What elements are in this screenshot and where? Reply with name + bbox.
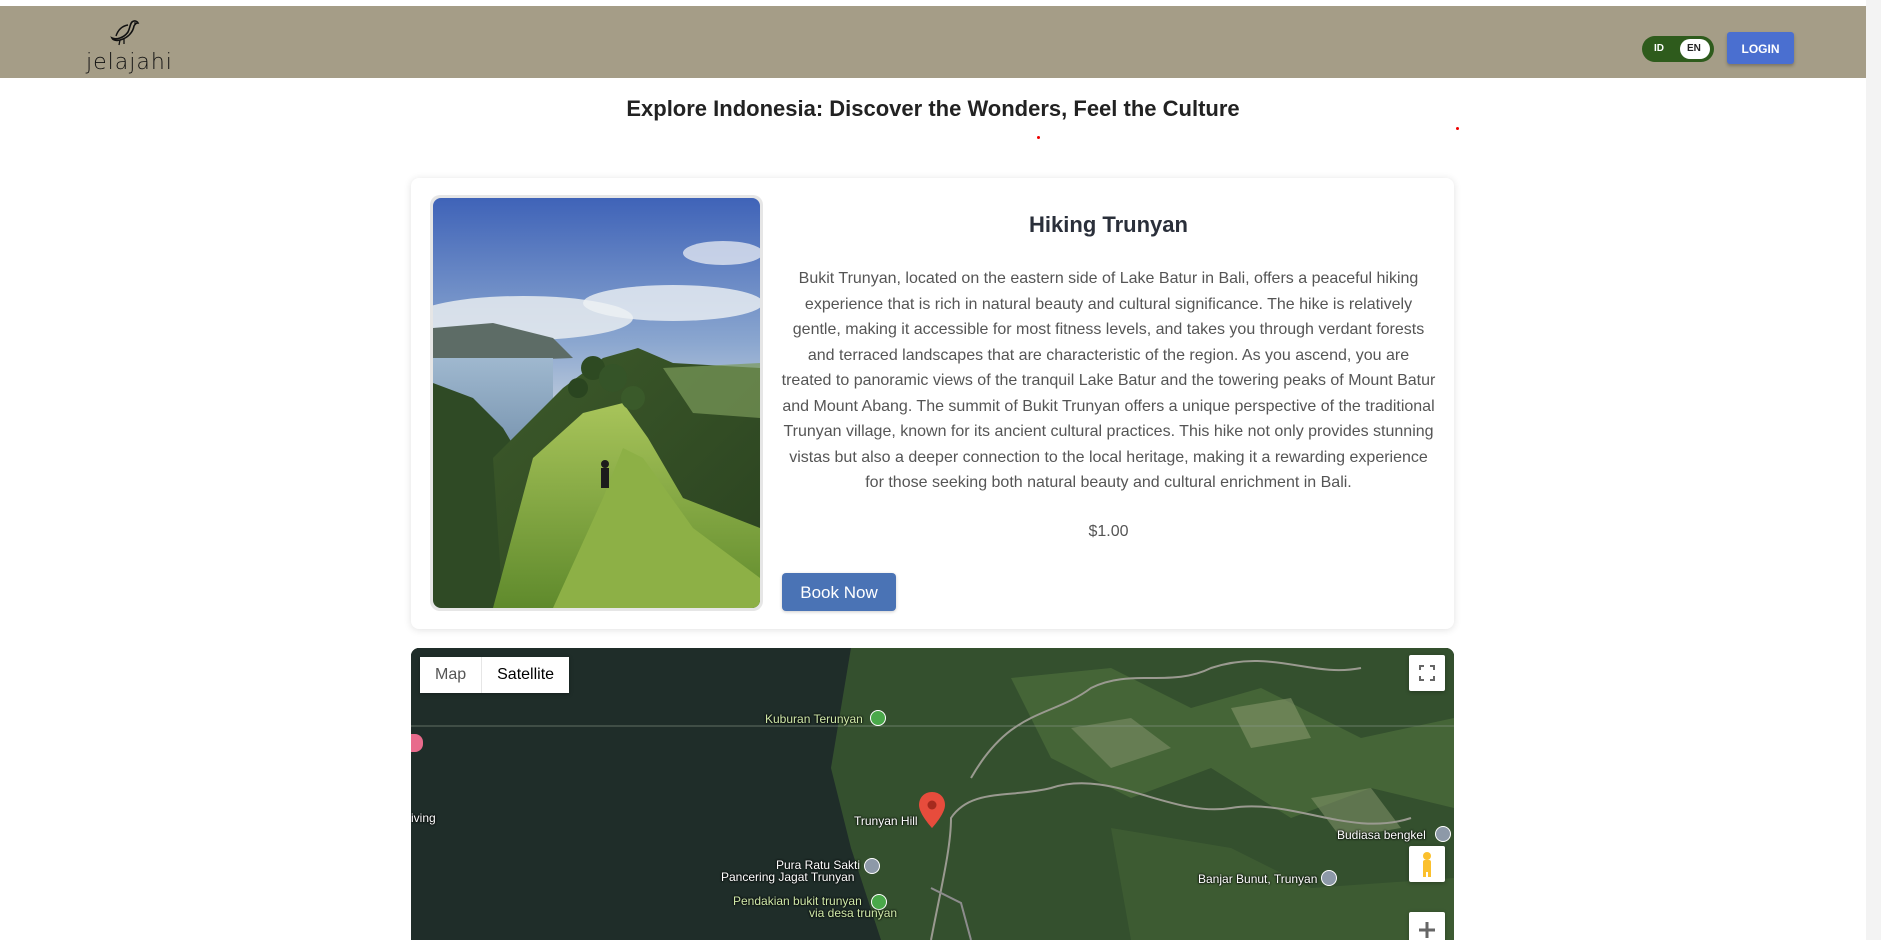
book-now-button[interactable]: Book Now <box>782 573 896 611</box>
street-view-button[interactable] <box>1409 846 1445 882</box>
pegman-icon <box>1423 852 1431 877</box>
map-type-control: Map Satellite <box>420 657 570 693</box>
map-label-pura-line2[interactable]: Pancering Jagat Trunyan <box>721 871 854 884</box>
lang-en-option[interactable]: EN <box>1687 43 1701 54</box>
village-poi-icon[interactable] <box>1321 870 1337 886</box>
map-type-map[interactable]: Map <box>420 657 483 693</box>
tour-photo <box>433 198 760 608</box>
site-header: jelajahi ID EN LOGIN <box>0 6 1866 78</box>
login-button-label: LOGIN <box>1741 42 1780 56</box>
fullscreen-icon <box>1419 665 1435 681</box>
map-label-banjar[interactable]: Banjar Bunut, Trunyan <box>1198 873 1317 886</box>
map-label-pendakian-line2[interactable]: via desa trunyan <box>809 907 897 920</box>
temple-poi-icon[interactable] <box>864 858 880 874</box>
page-title: Explore Indonesia: Discover the Wonders,… <box>626 96 1240 121</box>
zoom-in-icon <box>1419 922 1435 938</box>
tour-title: Hiking Trunyan <box>1029 212 1188 237</box>
scrollbar-track[interactable] <box>1866 0 1881 940</box>
cemetery-poi-icon[interactable] <box>870 710 886 726</box>
tour-card: Hiking Trunyan Bukit Trunyan, located on… <box>411 178 1454 629</box>
logo-text: jelajahi <box>86 50 173 75</box>
map-label-kuburan[interactable]: Kuburan Terunyan <box>765 713 863 726</box>
shop-poi-icon[interactable] <box>1435 826 1451 842</box>
language-toggle[interactable]: ID EN <box>1642 36 1714 62</box>
red-dot-marker <box>1037 136 1040 139</box>
tour-photo-frame <box>430 195 763 611</box>
book-now-label: Book Now <box>800 583 878 602</box>
map-label-trunyan-hill[interactable]: Trunyan Hill <box>854 815 918 828</box>
login-button[interactable]: LOGIN <box>1727 32 1794 64</box>
tour-description: Bukit Trunyan, located on the eastern si… <box>781 270 1436 491</box>
tour-price: $1.00 <box>1088 523 1129 540</box>
map-type-satellite[interactable]: Satellite <box>482 657 569 693</box>
map-label-budiasa[interactable]: Budiasa bengkel <box>1337 829 1426 842</box>
zoom-in-button[interactable] <box>1409 912 1445 940</box>
map-view[interactable]: Map Satellite Kuburan Terunyan Trunyan H… <box>411 648 1454 940</box>
lang-id-option[interactable]: ID <box>1654 43 1664 54</box>
red-pin-icon[interactable] <box>919 792 945 833</box>
red-dot-marker <box>1456 127 1459 130</box>
bird-icon <box>110 20 140 46</box>
fullscreen-button[interactable] <box>1409 655 1445 691</box>
map-label-iving: iving <box>411 811 436 825</box>
site-logo[interactable]: jelajahi <box>86 16 176 76</box>
